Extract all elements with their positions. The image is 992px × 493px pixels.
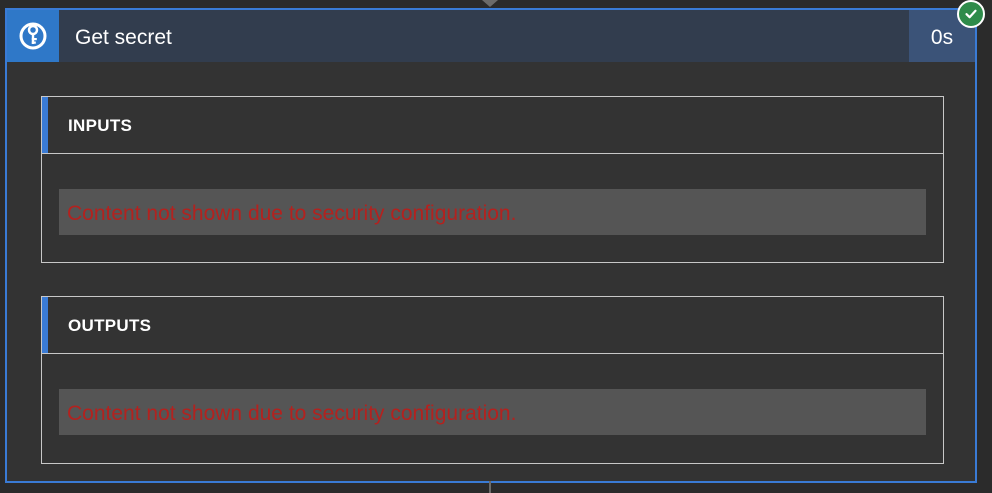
inputs-accent-bar	[42, 97, 48, 153]
outputs-security-message: Content not shown due to security config…	[59, 389, 926, 435]
inputs-section-header[interactable]: INPUTS	[42, 97, 943, 154]
action-card-get-secret[interactable]: Get secret 0s INPUTS Content not shown d…	[5, 8, 977, 483]
outputs-section-header[interactable]: OUTPUTS	[42, 297, 943, 354]
outputs-title: OUTPUTS	[68, 316, 152, 335]
key-vault-icon	[7, 10, 59, 62]
inputs-body: Content not shown due to security config…	[42, 154, 943, 235]
inputs-section: INPUTS Content not shown due to security…	[41, 96, 944, 263]
inputs-security-message: Content not shown due to security config…	[59, 189, 926, 235]
incoming-connector-arrow	[482, 0, 498, 7]
outputs-body: Content not shown due to security config…	[42, 354, 943, 435]
inputs-title: INPUTS	[68, 116, 133, 135]
run-history-canvas: Get secret 0s INPUTS Content not shown d…	[0, 0, 992, 493]
action-card-header[interactable]: Get secret 0s	[7, 10, 975, 62]
outputs-accent-bar	[42, 297, 48, 353]
outputs-section: OUTPUTS Content not shown due to securit…	[41, 296, 944, 464]
action-title: Get secret	[75, 26, 172, 49]
outgoing-connector-line	[489, 481, 491, 493]
checkmark-icon	[957, 0, 985, 28]
